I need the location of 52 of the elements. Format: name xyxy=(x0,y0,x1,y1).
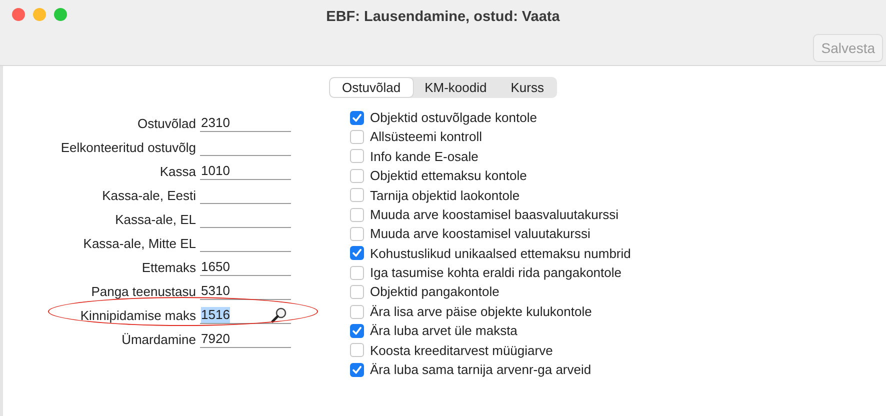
field-label: Ettemaks xyxy=(140,260,197,276)
checkbox[interactable] xyxy=(350,168,364,183)
checkbox[interactable] xyxy=(350,130,364,144)
checkbox[interactable] xyxy=(350,149,364,164)
checkbox-label: Objektid ettemaksu kontole xyxy=(370,167,527,186)
input-field[interactable]: 7920 xyxy=(200,330,291,348)
field-label: Kassa-ale, Eesti xyxy=(101,188,197,204)
tab[interactable]: KM-koodid xyxy=(412,78,499,97)
checkbox-label: Objektid pangakontole xyxy=(370,283,500,302)
field-label: Kassa-ale, EL xyxy=(114,212,197,228)
field-label: Ostuvõlad xyxy=(136,116,197,132)
checkbox-label: Muuda arve koostamisel valuutakurssi xyxy=(370,225,590,244)
tab[interactable]: Ostuvõlad xyxy=(330,78,413,97)
checkbox-label: Info kande E-osale xyxy=(370,148,478,166)
checkbox[interactable] xyxy=(350,304,364,319)
checkbox-label: Ära luba sama tarnija arvenr-ga arveid xyxy=(370,361,592,380)
input-field[interactable]: 5310 xyxy=(200,282,291,300)
checkbox-label: Muuda arve koostamisel baasvaluutakurssi xyxy=(370,206,619,224)
checkbox-label: Ära luba arvet üle maksta xyxy=(370,322,518,340)
close-button[interactable] xyxy=(12,8,25,21)
input-field[interactable]: 1516 xyxy=(200,306,291,324)
zoom-button[interactable] xyxy=(54,8,67,21)
field-label: Kassa-ale, Mitte EL xyxy=(82,236,197,252)
checkbox[interactable] xyxy=(350,227,364,242)
checkbox-label: Objektid ostuvõlgade kontole xyxy=(370,108,537,127)
minimize-button[interactable] xyxy=(33,8,46,21)
checkbox-label: Koosta kreeditarvest müügiarve xyxy=(370,342,553,360)
checkbox-label: Kohustuslikud unikaalsed ettemaksu numbrid xyxy=(370,244,631,263)
field-label: Kinnipidamise maks xyxy=(79,308,197,324)
checkbox-label: Tarnija objektid laokontole xyxy=(370,186,520,205)
checkbox-label: Allsüsteemi kontroll xyxy=(370,128,482,146)
field-label: Panga teenustasu xyxy=(90,284,197,300)
window-title: EBF: Lausendamine, ostud: Vaata xyxy=(326,9,560,25)
checkbox[interactable] xyxy=(350,188,364,202)
checkbox[interactable] xyxy=(350,285,364,300)
checkbox[interactable] xyxy=(350,324,364,338)
checkbox[interactable] xyxy=(350,246,364,260)
checkbox-label: Iga tasumise kohta eraldi rida pangakontole xyxy=(370,264,622,282)
field-label: Ümardamine xyxy=(120,332,197,348)
search-icon[interactable] xyxy=(271,306,287,322)
input-field[interactable]: 1650 xyxy=(200,258,291,276)
field-label: Eelkonteeritud ostuvõlg xyxy=(60,140,197,156)
checkbox[interactable] xyxy=(350,343,364,358)
tab[interactable]: Kurss xyxy=(498,78,556,97)
input-field[interactable]: 2310 xyxy=(200,114,291,132)
checkbox[interactable] xyxy=(350,362,364,377)
checkbox[interactable] xyxy=(350,208,364,222)
checkbox[interactable] xyxy=(350,110,364,125)
input-field[interactable]: 1010 xyxy=(200,162,291,180)
checkbox[interactable] xyxy=(350,266,364,280)
field-label: Kassa xyxy=(158,164,197,180)
checkbox-label: Ära lisa arve päise objekte kulukontole xyxy=(370,302,592,321)
